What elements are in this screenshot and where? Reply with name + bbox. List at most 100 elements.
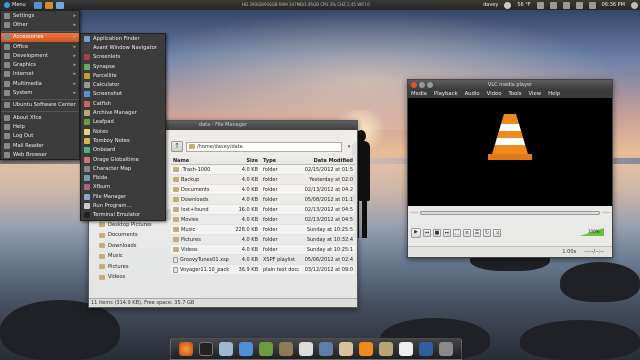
accessories-menu-item[interactable]: Leafpad [81,118,165,127]
accessories-menu-item[interactable]: Tomboy Notes [81,136,165,145]
close-icon[interactable] [411,82,417,88]
vlc-menu-help[interactable]: Help [548,91,560,97]
play-button[interactable]: ▶ [411,228,421,238]
accessories-menu-item[interactable]: Screenshot [81,90,165,99]
accessories-menu-item[interactable]: Calculator [81,80,165,89]
up-button[interactable]: ↑ [171,141,183,152]
menu-button[interactable]: Menu [0,0,30,10]
file-row[interactable]: Pictures 4.0 KB folder Sunday at 10:32:4 [171,235,355,245]
fullscreen-button[interactable]: ⛶ [453,229,461,237]
location-bar[interactable]: /home/davey/data [186,141,342,152]
main-menu-item[interactable]: Office ▸ [1,42,79,51]
location-dropdown[interactable]: ▾ [345,142,353,152]
accessories-menu-item[interactable]: Terminal Emulator [81,211,165,220]
power-icon[interactable] [631,1,638,9]
main-menu-item[interactable]: System ▸ [1,88,79,97]
accessories-menu-item[interactable]: Synapse [81,62,165,71]
main-menu-item[interactable]: Internet ▸ [1,70,79,79]
download-icon[interactable] [239,342,253,356]
vlc-video-area[interactable] [408,98,612,206]
weather-temp[interactable]: 56 °F [517,2,530,8]
vlc-menu-video[interactable]: Video [487,91,502,97]
main-menu-item[interactable]: Accessories ▸ [1,32,79,42]
screenshot-icon[interactable] [299,342,313,356]
terminal-icon[interactable] [199,342,213,356]
sidebar-item[interactable]: Documents [96,230,171,241]
files-icon[interactable] [219,342,233,356]
file-row[interactable]: Movies 4.0 KB folder 02/13/2012 at 04:5 [171,215,355,225]
accessories-menu-item[interactable]: Character Map [81,164,165,173]
volume-icon[interactable] [575,1,583,9]
stop-button[interactable]: ■ [433,229,441,237]
shuffle-button[interactable]: ⤨ [493,229,501,237]
sidebar-item[interactable]: Music [96,251,171,262]
column-name[interactable]: Name [171,158,229,164]
mail-icon[interactable] [549,1,557,9]
main-menu-item[interactable]: Web Browser [1,150,79,159]
accessories-menu-item[interactable]: Parcellite [81,71,165,80]
file-row[interactable]: Downloads 4.0 KB folder 05/08/2012 at 01:1 [171,195,355,205]
vlc-menu-playback[interactable]: Playback [434,91,458,97]
accessories-menu-item[interactable]: Run Program... [81,201,165,210]
trash-icon[interactable] [439,342,453,356]
file-row[interactable]: .Trash-1000 4.0 KB folder 02/15/2012 at 01:… [171,165,355,175]
column-size[interactable]: Size [229,158,261,164]
settings-icon[interactable] [319,342,333,356]
volume-slider[interactable]: 100% [578,227,606,237]
archive-icon[interactable] [379,342,393,356]
battery-icon[interactable] [562,1,570,9]
file-row[interactable]: Documents 4.0 KB folder 02/13/2012 at 04:2 [171,185,355,195]
main-menu-item[interactable]: Settings ▸ [1,11,79,20]
chat-icon[interactable] [588,1,596,9]
accessories-menu-item[interactable]: Fbida [81,173,165,182]
minimize-icon[interactable] [419,82,425,88]
gimp-icon[interactable] [279,342,293,356]
main-menu-item[interactable]: Multimedia ▸ [1,79,79,88]
file-row[interactable]: Videos 4.0 KB folder Sunday at 10:25:1 [171,245,355,255]
vlc-dock-icon[interactable] [359,342,373,356]
accessories-menu-item[interactable]: Orage Globaltime [81,155,165,164]
accessories-menu-item[interactable]: Archive Manager [81,108,165,117]
main-menu-item[interactable]: Other ▸ [1,20,79,29]
main-menu-item[interactable]: Ubuntu Software Center [1,101,79,110]
accessories-menu-item[interactable]: Notes [81,127,165,136]
text-editor-icon[interactable] [399,342,413,356]
network-icon[interactable] [536,1,544,9]
vlc-menu-view[interactable]: View [529,91,542,97]
files-launcher-icon[interactable] [33,1,42,9]
vlc-seek-slider[interactable] [420,211,600,215]
sidebar-item[interactable]: Pictures [96,262,171,273]
accessories-menu-item[interactable]: File Manager [81,192,165,201]
column-type[interactable]: Type [261,158,299,164]
editor-launcher-icon[interactable] [55,1,64,9]
loop-button[interactable]: ↻ [483,229,491,237]
download-arrow-icon[interactable] [419,342,433,356]
accessories-menu-item[interactable]: Xfburn [81,183,165,192]
sidebar-item[interactable]: Downloads [96,241,171,252]
column-date[interactable]: Date Modified [299,158,355,164]
accessories-menu-item[interactable]: Catfish [81,99,165,108]
accessories-menu-item[interactable]: Onboard [81,146,165,155]
vlc-speed[interactable]: 1.00x [562,249,576,255]
file-row[interactable]: Backup 4.0 KB folder Yesterday at 02:0 [171,175,355,185]
vlc-menu-tools[interactable]: Tools [508,91,521,97]
sidebar-item[interactable]: Desktop Pictures [96,220,171,231]
main-menu-item[interactable]: Mail Reader [1,141,79,150]
file-row[interactable]: Voyager11.10_pack 36.9 KB plain text docum… [171,265,355,275]
main-menu-item[interactable]: About Xfce [1,113,79,122]
playlist-button[interactable]: ☰ [473,229,481,237]
accessories-menu-item[interactable]: Screenlets [81,53,165,62]
inkscape-icon[interactable] [259,342,273,356]
vlc-menu-audio[interactable]: Audio [465,91,480,97]
sidebar-item[interactable]: Videos [96,272,171,283]
browser-launcher-icon[interactable] [44,1,53,9]
next-button[interactable]: ⏭ [443,229,451,237]
clock[interactable]: 06:36 PM [602,2,625,8]
main-menu-item[interactable]: Development ▸ [1,51,79,60]
previous-button[interactable]: ⏮ [423,229,431,237]
main-menu-item[interactable]: Graphics ▸ [1,60,79,69]
firefox-icon[interactable] [179,342,193,356]
accessories-menu-item[interactable]: Avant Window Navigator [81,43,165,52]
file-row[interactable]: Music 228.0 KB folder Sunday at 10:25:5 [171,225,355,235]
extended-settings-button[interactable]: ≡ [463,229,471,237]
